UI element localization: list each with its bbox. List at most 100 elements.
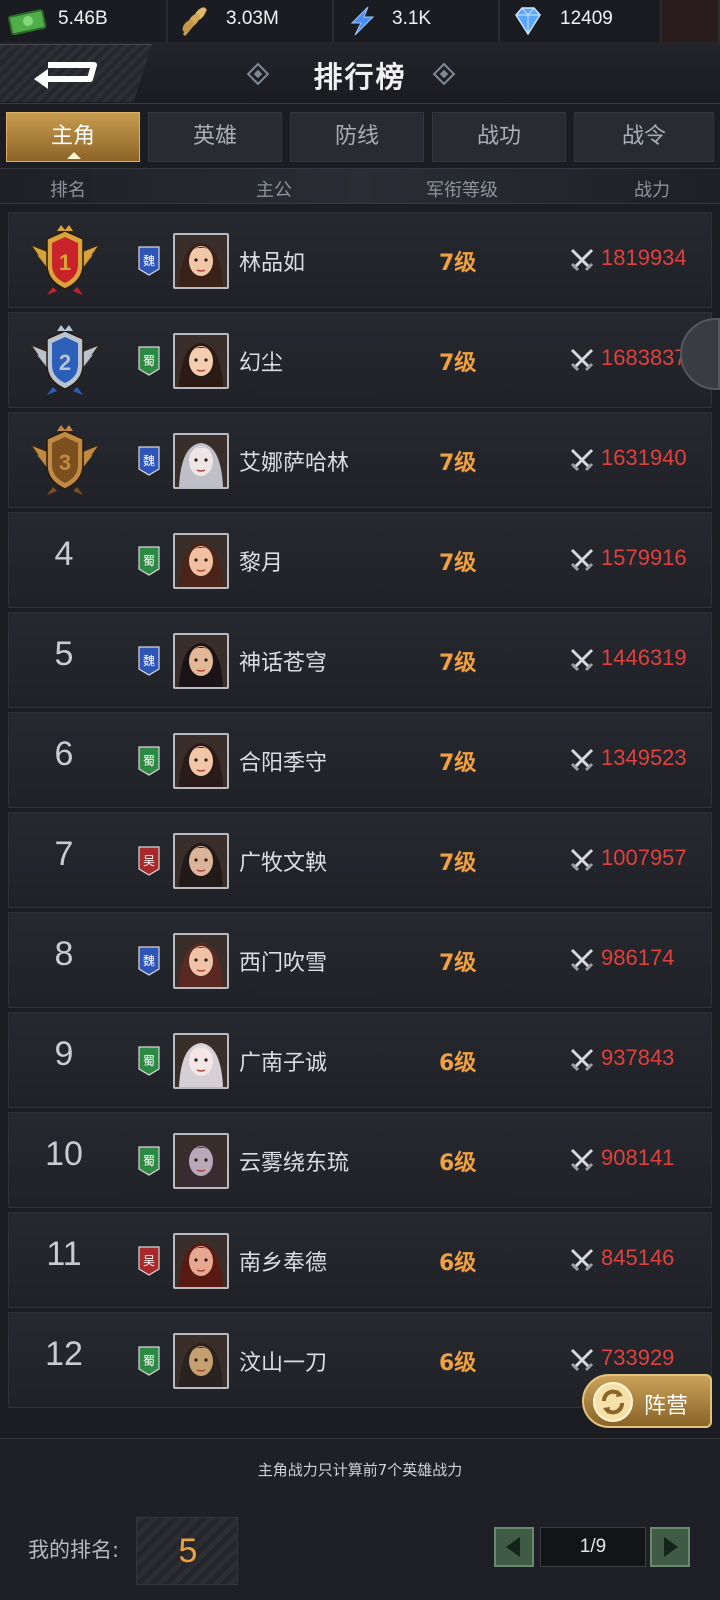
power-value: 937843 — [601, 1045, 675, 1070]
avatar[interactable] — [173, 833, 229, 889]
avatar-portrait-icon — [175, 535, 227, 587]
power-value: 1683837 — [601, 345, 687, 370]
table-row[interactable]: 2 蜀 幻尘 7级 1683837 — [8, 312, 712, 408]
table-row[interactable]: 6 蜀 合阳季守 7级 1349523 — [8, 712, 712, 808]
faction-text: 吴 — [143, 854, 155, 868]
table-row[interactable]: 5 魏 神话苍穹 7级 1446319 — [8, 612, 712, 708]
avatar-portrait-icon — [175, 1135, 227, 1187]
faction-badge-icon: 魏 — [138, 946, 160, 976]
avatar[interactable] — [173, 733, 229, 789]
faction-badge-icon: 蜀 — [138, 346, 160, 376]
player-name: 广南子诚 — [239, 1051, 328, 1076]
medal-rank-text: 2 — [59, 350, 71, 375]
power-value: 908141 — [601, 1145, 675, 1170]
faction-text: 魏 — [143, 953, 155, 968]
avatar[interactable] — [173, 633, 229, 689]
power-value: 1579916 — [601, 545, 687, 570]
faction-text: 蜀 — [143, 1154, 155, 1168]
refresh-icon — [593, 1382, 633, 1422]
tab-merit[interactable]: 战功 — [432, 112, 566, 162]
tab-defense[interactable]: 防线 — [290, 112, 424, 162]
power-value: 986174 — [601, 945, 675, 970]
table-row[interactable]: 1 魏 林品如 7级 1819934 — [8, 212, 712, 308]
avatar[interactable] — [173, 1233, 229, 1289]
faction-text: 魏 — [143, 253, 155, 268]
title-level: 6级 — [439, 1151, 477, 1176]
rank-number: 11 — [46, 1235, 82, 1273]
back-button[interactable] — [0, 44, 152, 102]
resource-energy[interactable]: 3.1K — [334, 0, 500, 42]
avatar[interactable] — [173, 433, 229, 489]
faction-badge-icon: 蜀 — [138, 546, 160, 576]
faction-badge-icon: 蜀 — [138, 746, 160, 776]
faction-text: 吴 — [143, 1254, 155, 1268]
faction-badge-icon: 蜀 — [138, 1046, 160, 1076]
resource-more[interactable] — [662, 0, 720, 42]
faction-badge-icon: 吴 — [138, 1246, 160, 1276]
power-value: 1631940 — [601, 445, 687, 470]
faction-text: 蜀 — [143, 1354, 155, 1368]
next-page-button[interactable] — [650, 1527, 690, 1567]
rank-number: 5 — [54, 635, 74, 673]
avatar[interactable] — [173, 533, 229, 589]
player-name: 合阳季守 — [239, 751, 328, 776]
tab-heroes[interactable]: 英雄 — [148, 112, 282, 162]
avatar[interactable] — [173, 1033, 229, 1089]
resource-food[interactable]: 3.03M — [168, 0, 334, 42]
faction-text: 蜀 — [143, 754, 155, 768]
diamond-icon — [515, 7, 541, 36]
table-row[interactable]: 4 蜀 黎月 7级 1579916 — [8, 512, 712, 608]
title-level: 7级 — [439, 951, 477, 976]
cash-icon — [8, 9, 47, 36]
crossed-swords-icon — [570, 548, 594, 572]
faction-badge-icon: 蜀 — [138, 1346, 160, 1376]
title-level: 7级 — [439, 651, 477, 676]
table-row[interactable]: 7 吴 广牧文鞅 7级 1007957 — [8, 812, 712, 908]
prev-page-button[interactable] — [494, 1527, 534, 1567]
faction-badge-icon: 蜀 — [138, 1146, 160, 1176]
tab-battle-pass[interactable]: 战令 — [574, 112, 714, 162]
faction-text: 蜀 — [143, 1054, 155, 1068]
avatar[interactable] — [173, 933, 229, 989]
player-name: 神话苍穹 — [239, 651, 328, 676]
resource-bar: 5.46B 3.03M 3.1K 12409 — [0, 0, 720, 42]
table-row[interactable]: 11 吴 南乡奉德 6级 845146 — [8, 1212, 712, 1308]
crossed-swords-icon — [570, 448, 594, 472]
avatar[interactable] — [173, 1333, 229, 1389]
rank-number: 9 — [54, 1035, 74, 1073]
avatar-portrait-icon — [175, 435, 227, 487]
crossed-swords-icon — [570, 648, 594, 672]
crossed-swords-icon — [570, 1048, 594, 1072]
player-name: 幻尘 — [239, 351, 284, 376]
rank-medal-icon: 2 — [29, 325, 101, 395]
camp-button-label: 阵营 — [644, 1394, 689, 1419]
rank-number: 4 — [54, 535, 74, 573]
avatar[interactable] — [173, 1133, 229, 1189]
tab-protagonist[interactable]: 主角 — [6, 112, 140, 162]
player-name: 汶山一刀 — [239, 1351, 328, 1376]
page-indicator: 1/9 — [540, 1527, 646, 1567]
resource-diamond[interactable]: 12409 — [500, 0, 662, 42]
table-row[interactable]: 10 蜀 云雾绕东琉 6级 908141 — [8, 1112, 712, 1208]
faction-badge-icon: 吴 — [138, 846, 160, 876]
avatar[interactable] — [173, 233, 229, 289]
power-value: 845146 — [601, 1245, 675, 1270]
table-row[interactable]: 8 魏 西门吹雪 7级 986174 — [8, 912, 712, 1008]
faction-text: 蜀 — [143, 354, 155, 368]
avatar-portrait-icon — [175, 735, 227, 787]
title-level: 6级 — [439, 1251, 477, 1276]
diamond-value: 12409 — [560, 8, 613, 29]
camp-button[interactable]: 阵营 — [582, 1374, 712, 1428]
player-name: 林品如 — [239, 251, 306, 276]
avatar[interactable] — [173, 333, 229, 389]
player-name: 云雾绕东琉 — [239, 1151, 350, 1176]
power-value: 733929 — [601, 1345, 675, 1370]
title-level: 6级 — [439, 1051, 477, 1076]
title-level: 7级 — [439, 451, 477, 476]
wheat-icon — [182, 7, 208, 36]
table-row[interactable]: 3 魏 艾娜萨哈林 7级 1631940 — [8, 412, 712, 508]
power-value: 1446319 — [601, 645, 687, 670]
resource-cash[interactable]: 5.46B — [0, 0, 168, 42]
title-level: 7级 — [439, 251, 477, 276]
table-row[interactable]: 9 蜀 广南子诚 6级 937843 — [8, 1012, 712, 1108]
